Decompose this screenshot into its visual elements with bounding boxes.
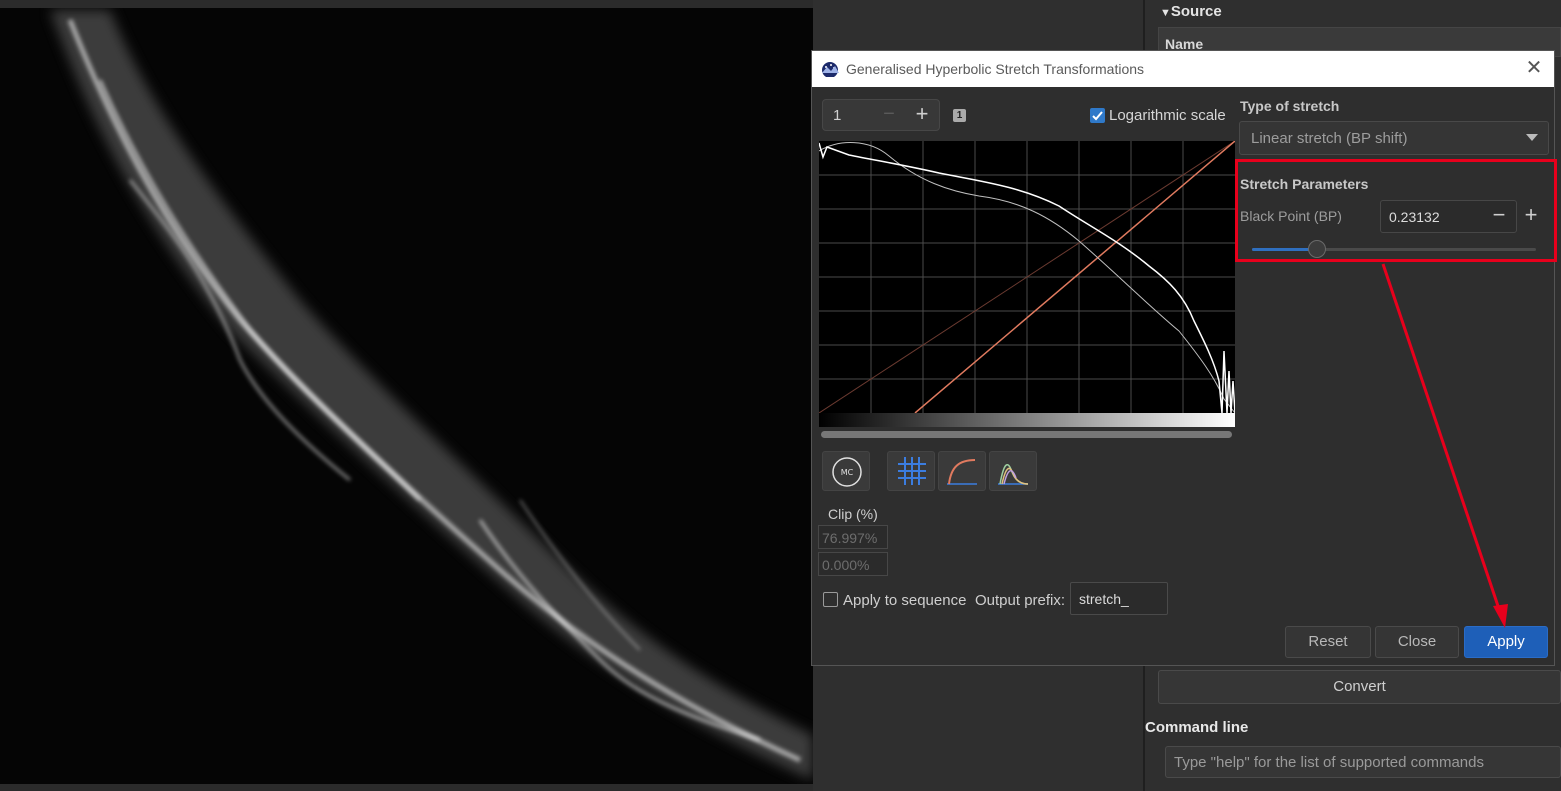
viewport-top-border — [0, 0, 813, 8]
clip-low-field: 76.997% — [818, 525, 888, 549]
output-prefix-input[interactable]: stretch_ — [1070, 582, 1168, 615]
one-to-one-icon[interactable]: 1 — [953, 109, 966, 122]
command-line-input[interactable]: Type "help" for the list of supported co… — [1165, 746, 1561, 778]
convert-button[interactable]: Convert — [1158, 670, 1561, 704]
highlight-box — [1235, 159, 1557, 262]
grid-icon — [898, 457, 926, 485]
type-of-stretch-label: Type of stretch — [1240, 98, 1340, 114]
apply-sequence-label: Apply to sequence — [843, 592, 967, 609]
command-line-label: Command line — [1145, 719, 1249, 736]
grid-toggle-button[interactable] — [887, 451, 935, 491]
stretch-type-select[interactable]: Linear stretch (BP shift) — [1239, 121, 1549, 155]
dialog-title: Generalised Hyperbolic Stretch Transform… — [846, 61, 1145, 77]
zoom-spinbox[interactable]: 1 − + — [822, 99, 940, 131]
log-scale-checkbox[interactable] — [1090, 108, 1105, 123]
output-prefix-label: Output prefix: — [975, 592, 1066, 609]
dialog-titlebar[interactable]: Generalised Hyperbolic Stretch Transform… — [812, 51, 1554, 87]
app-icon — [822, 62, 839, 77]
clip-high-field: 0.000% — [818, 552, 888, 576]
image-viewport[interactable] — [0, 0, 813, 791]
clip-label: Clip (%) — [828, 506, 878, 522]
histogram-toggle-button[interactable] — [989, 451, 1037, 491]
curve-toggle-button[interactable] — [938, 451, 986, 491]
mc-icon: MC — [832, 457, 862, 487]
curve-icon — [947, 459, 977, 485]
tone-gradient-bar — [819, 413, 1235, 427]
zoom-minus-button[interactable]: − — [873, 100, 905, 130]
viewport-bottom-border — [0, 784, 813, 791]
reset-button[interactable]: Reset — [1285, 626, 1371, 658]
svg-text:MC: MC — [841, 468, 854, 477]
zoom-plus-button[interactable]: + — [905, 100, 939, 130]
stretch-type-value: Linear stretch (BP shift) — [1251, 130, 1408, 147]
dropdown-arrow-icon — [1526, 134, 1538, 141]
close-icon[interactable]: ✕ — [1524, 58, 1544, 79]
source-section-header[interactable]: ▼Source — [1160, 3, 1222, 20]
log-scale-label: Logarithmic scale — [1109, 107, 1226, 124]
apply-button[interactable]: Apply — [1464, 626, 1548, 658]
histogram-scrollbar[interactable] — [821, 431, 1232, 438]
close-button[interactable]: Close — [1375, 626, 1459, 658]
apply-sequence-checkbox[interactable] — [823, 592, 838, 607]
histogram-display[interactable] — [819, 141, 1235, 413]
ghs-dialog: Generalised Hyperbolic Stretch Transform… — [811, 50, 1555, 666]
histogram-icon — [998, 463, 1029, 485]
zoom-value: 1 — [833, 107, 842, 124]
mc-button[interactable]: MC — [822, 451, 870, 491]
nebula-image — [50, 10, 813, 780]
log-scale-toggle[interactable]: Logarithmic scale — [1090, 107, 1226, 124]
triangle-down-icon: ▼ — [1160, 7, 1171, 19]
